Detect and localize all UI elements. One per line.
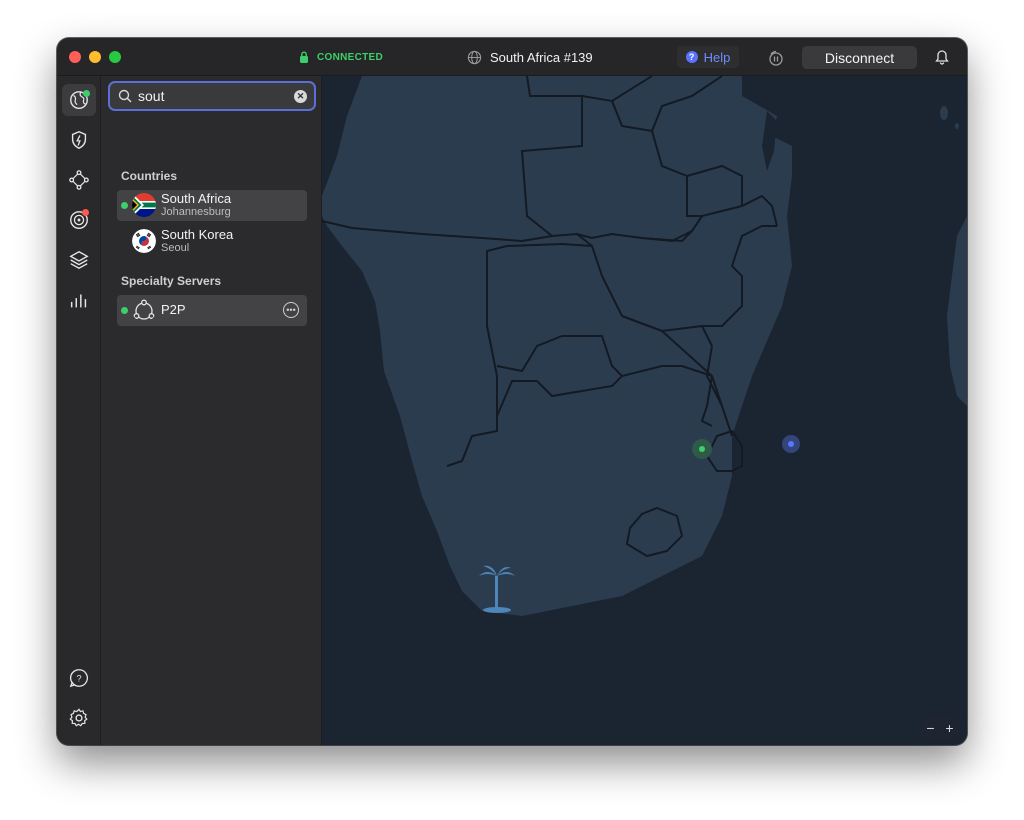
connected-dot [121, 202, 128, 209]
sidebar-item-servers[interactable] [62, 84, 96, 116]
p2p-icon [133, 299, 155, 320]
server-marker[interactable] [788, 441, 794, 447]
svg-text:?: ? [76, 674, 81, 684]
pause-icon[interactable] [767, 49, 785, 67]
search-input[interactable] [138, 88, 288, 104]
window-minimize-button[interactable] [89, 51, 101, 63]
lock-icon [300, 51, 308, 63]
clear-search-icon[interactable]: ✕ [294, 90, 307, 103]
layers-icon [69, 250, 89, 270]
south-korea-flag-icon [132, 229, 156, 253]
zoom-in-button[interactable]: + [945, 720, 953, 736]
help-button[interactable]: ? Help [677, 46, 739, 68]
gear-icon [69, 708, 88, 727]
window-close-button[interactable] [69, 51, 81, 63]
sidebar-item-threat-scan[interactable] [62, 204, 96, 236]
question-icon: ? [685, 51, 698, 63]
app-window: CONNECTED South Africa #139 ? Help Disco… [57, 38, 967, 745]
map-canvas [322, 76, 967, 616]
country-row-south-africa[interactable]: South Africa Johannesburg [117, 190, 307, 221]
world-map[interactable]: − + [322, 76, 967, 745]
sidebar-item-meshnet[interactable] [62, 164, 96, 196]
connected-indicator [83, 90, 90, 97]
stats-bars-icon [70, 294, 87, 308]
server-name: South Africa #139 [490, 49, 593, 65]
country-name: South Korea [161, 227, 234, 242]
shield-bolt-icon [71, 131, 87, 150]
island [955, 123, 959, 129]
africa-landmass [322, 76, 792, 616]
south-africa-flag-icon [132, 193, 156, 217]
connection-status: CONNECTED [287, 46, 397, 68]
sidebar-item-stats[interactable] [62, 284, 96, 316]
sidebar-item-help[interactable]: ? [62, 662, 96, 694]
search-field[interactable]: ✕ [108, 81, 316, 111]
specialty-servers-header: Specialty Servers [121, 274, 222, 288]
more-options-icon[interactable]: ••• [283, 302, 299, 318]
coastline [791, 76, 893, 112]
specialty-text: P2P [161, 303, 186, 317]
country-city: Seoul [161, 242, 190, 254]
sidebar-rail: ? [57, 76, 101, 745]
island [940, 106, 948, 120]
globe-icon [467, 50, 482, 64]
country-text: South Korea Seoul [161, 228, 233, 255]
help-chat-icon: ? [69, 669, 88, 688]
window-maximize-button[interactable] [109, 51, 121, 63]
country-city: Johannesburg [161, 206, 231, 218]
sidebar-item-settings[interactable] [62, 702, 96, 734]
current-server: South Africa #139 [467, 46, 593, 68]
countries-header: Countries [121, 169, 178, 183]
help-label: Help [703, 49, 731, 65]
bell-icon[interactable] [934, 49, 950, 65]
alert-indicator [82, 209, 89, 216]
title-bar: CONNECTED South Africa #139 ? Help Disco… [57, 38, 967, 76]
country-row-south-korea[interactable]: South Korea Seoul [117, 226, 307, 257]
country-text: South Africa Johannesburg [161, 192, 231, 219]
country-name: South Africa [161, 191, 232, 206]
east-landmass [947, 216, 967, 406]
search-panel: ✕ Countries South Africa Johannesburg [101, 76, 322, 745]
server-marker-connected[interactable] [699, 446, 705, 452]
meshnet-icon [69, 170, 89, 190]
specialty-name: P2P [161, 302, 186, 317]
status-text: CONNECTED [317, 51, 384, 63]
sidebar-item-layers[interactable] [62, 244, 96, 276]
sidebar-item-threat-protection[interactable] [62, 124, 96, 156]
zoom-out-button[interactable]: − [926, 720, 934, 736]
connected-dot [121, 307, 128, 314]
specialty-row-p2p[interactable]: P2P ••• [117, 295, 307, 326]
disconnect-button[interactable]: Disconnect [802, 46, 917, 69]
zoom-controls: − + [921, 717, 959, 739]
search-icon [118, 89, 132, 103]
